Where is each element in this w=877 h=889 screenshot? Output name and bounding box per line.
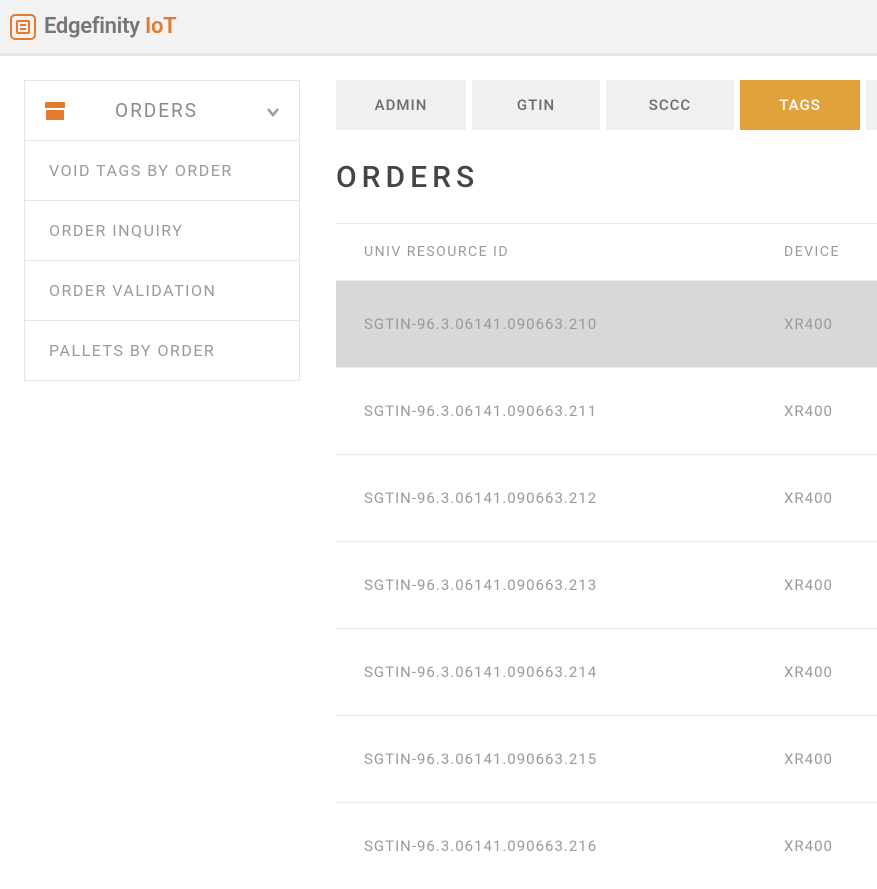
tab-admin[interactable]: ADMIN [336, 80, 466, 130]
tab-label: GTIN [517, 96, 555, 114]
table-row[interactable]: SGTIN-96.3.06141.090663.210 XR400 [336, 280, 877, 367]
tab-label: TAGS [779, 96, 821, 114]
table-header: UNIV RESOURCE ID DEVICE [336, 224, 877, 280]
brand-name: Edgefinity IoT [44, 14, 176, 39]
column-header-id[interactable]: UNIV RESOURCE ID [364, 244, 784, 260]
tab-gtin[interactable]: GTIN [472, 80, 600, 130]
cell-device: XR400 [784, 837, 849, 855]
sidebar: ORDERS VOID TAGS BY ORDER ORDER INQUIRY … [0, 56, 300, 889]
cell-resource-id: SGTIN-96.3.06141.090663.211 [364, 402, 784, 420]
tab-bar: ADMIN GTIN SCCC TAGS [336, 80, 877, 130]
main-content: ADMIN GTIN SCCC TAGS ORDERS UNIV RESOURC… [300, 56, 877, 889]
cell-device: XR400 [784, 576, 849, 594]
cell-device: XR400 [784, 663, 849, 681]
sidebar-item-order-inquiry[interactable]: ORDER INQUIRY [25, 201, 299, 261]
cell-resource-id: SGTIN-96.3.06141.090663.216 [364, 837, 784, 855]
cell-resource-id: SGTIN-96.3.06141.090663.213 [364, 576, 784, 594]
sidebar-item-label: PALLETS BY ORDER [49, 341, 215, 360]
cell-device: XR400 [784, 315, 849, 333]
sidebar-item-label: ORDER VALIDATION [49, 281, 216, 300]
sidebar-item-label: ORDER INQUIRY [49, 221, 183, 240]
orders-icon [45, 102, 65, 120]
brand-icon [10, 14, 36, 40]
brand-accent: IoT [145, 14, 176, 39]
sidebar-item-void-tags[interactable]: VOID TAGS BY ORDER [25, 141, 299, 201]
page-title: ORDERS [336, 160, 877, 195]
cell-device: XR400 [784, 402, 849, 420]
table-row[interactable]: SGTIN-96.3.06141.090663.216 XR400 [336, 802, 877, 889]
cell-device: XR400 [784, 489, 849, 507]
chevron-down-icon [265, 104, 279, 118]
tab-sccc[interactable]: SCCC [606, 80, 734, 130]
tab-tags[interactable]: TAGS [740, 80, 860, 130]
table-row[interactable]: SGTIN-96.3.06141.090663.212 XR400 [336, 454, 877, 541]
cell-resource-id: SGTIN-96.3.06141.090663.210 [364, 315, 784, 333]
sidebar-header-label: ORDERS [115, 99, 265, 122]
sidebar-item-order-validation[interactable]: ORDER VALIDATION [25, 261, 299, 321]
tab-label: SCCC [649, 96, 691, 114]
sidebar-item-label: VOID TAGS BY ORDER [49, 161, 233, 180]
table-row[interactable]: SGTIN-96.3.06141.090663.213 XR400 [336, 541, 877, 628]
cell-resource-id: SGTIN-96.3.06141.090663.214 [364, 663, 784, 681]
sidebar-header-orders[interactable]: ORDERS [25, 81, 299, 141]
sidebar-menu: ORDERS VOID TAGS BY ORDER ORDER INQUIRY … [24, 80, 300, 381]
cell-resource-id: SGTIN-96.3.06141.090663.212 [364, 489, 784, 507]
column-header-device[interactable]: DEVICE [784, 244, 849, 260]
sidebar-item-pallets-by-order[interactable]: PALLETS BY ORDER [25, 321, 299, 380]
orders-table: UNIV RESOURCE ID DEVICE SGTIN-96.3.06141… [336, 223, 877, 889]
table-row[interactable]: SGTIN-96.3.06141.090663.215 XR400 [336, 715, 877, 802]
cell-resource-id: SGTIN-96.3.06141.090663.215 [364, 750, 784, 768]
app-header: Edgefinity IoT [0, 0, 877, 56]
table-row[interactable]: SGTIN-96.3.06141.090663.211 XR400 [336, 367, 877, 454]
cell-device: XR400 [784, 750, 849, 768]
tab-label: ADMIN [375, 96, 428, 114]
tab-overflow[interactable] [866, 80, 877, 130]
brand-logo[interactable]: Edgefinity IoT [10, 14, 176, 40]
table-row[interactable]: SGTIN-96.3.06141.090663.214 XR400 [336, 628, 877, 715]
